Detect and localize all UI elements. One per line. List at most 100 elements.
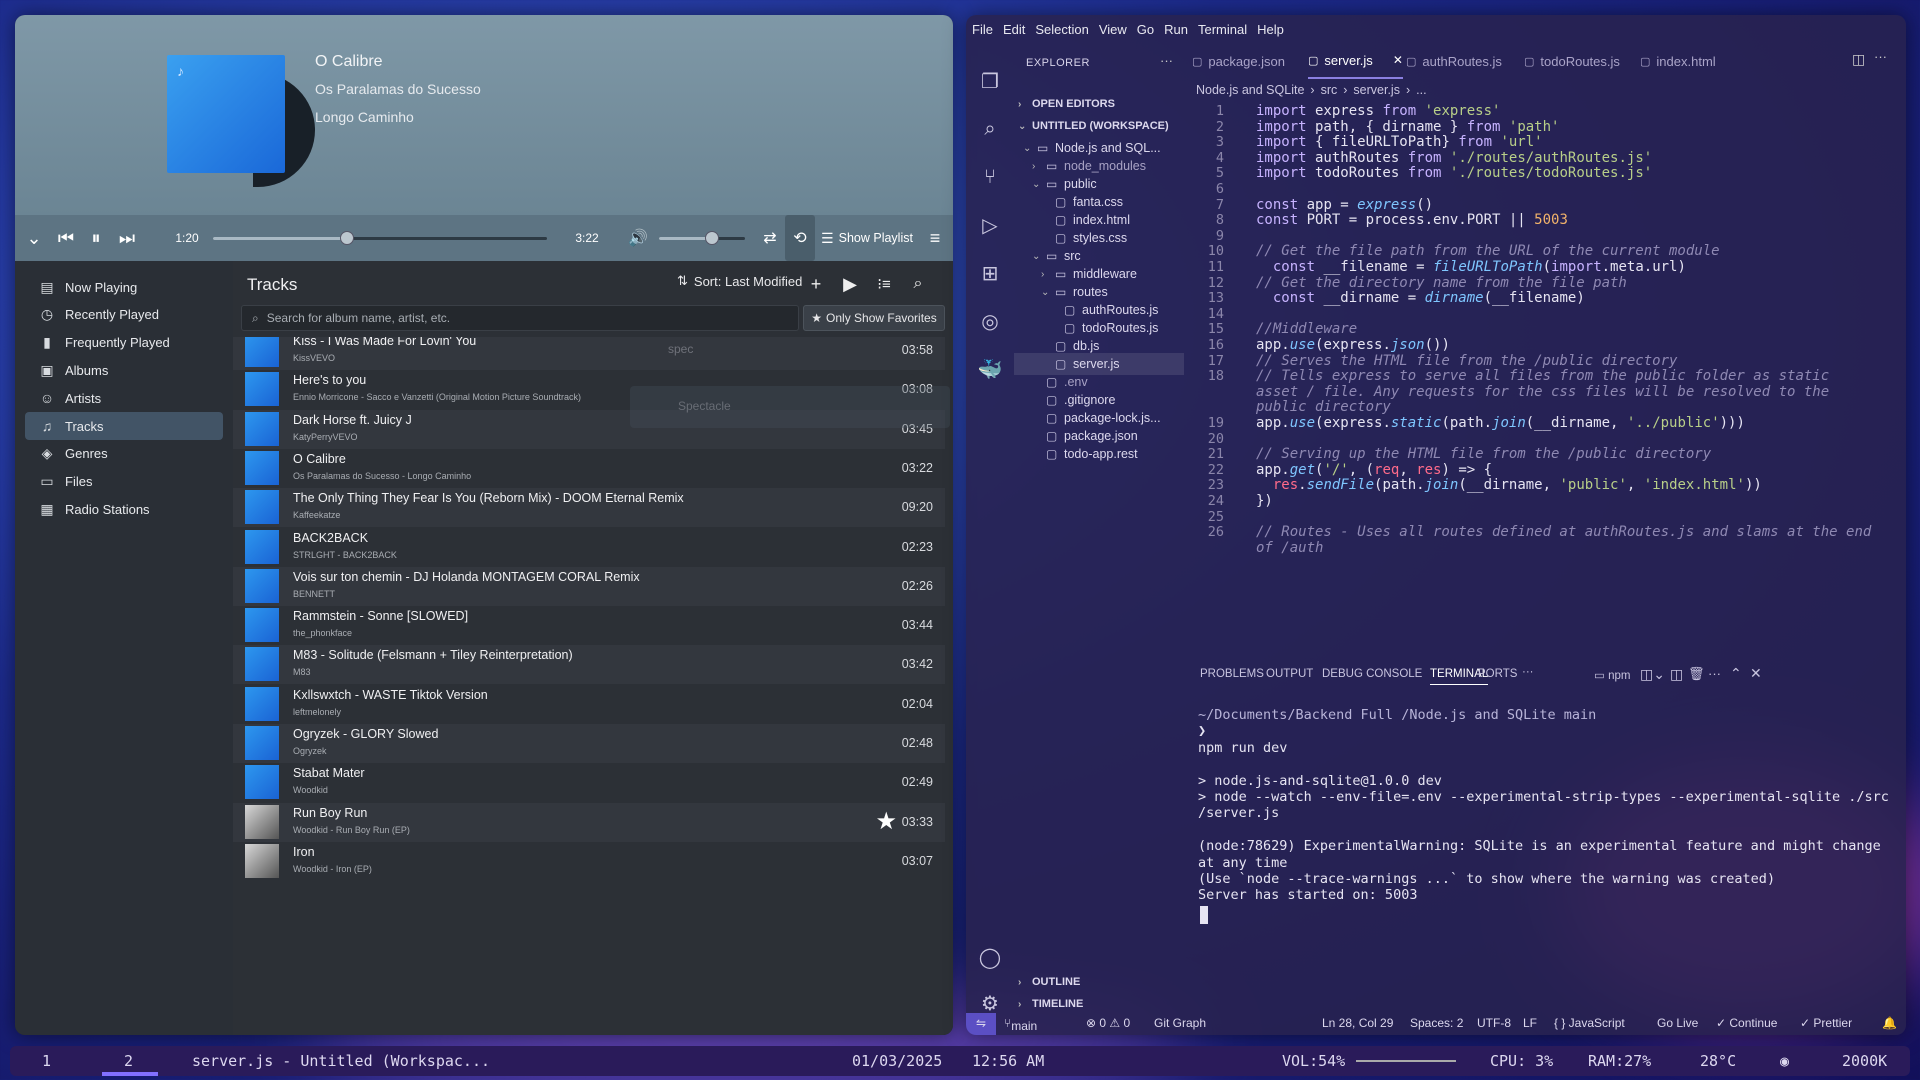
continue-button[interactable]: ✓ Continue: [1716, 1016, 1777, 1030]
menu-icon[interactable]: ≡: [921, 215, 949, 261]
sidebar-item-recently-played[interactable]: ◷ Recently Played: [25, 301, 223, 329]
show-playlist-button[interactable]: ☰ Show Playlist: [821, 215, 913, 261]
track-row[interactable]: O Calibre Os Paralamas do Sucesso - Longo…: [233, 449, 945, 488]
track-row[interactable]: Ogryzek - GLORY Slowed Ogryzek 02:48: [233, 724, 945, 763]
extensions-icon[interactable]: ⊞: [976, 259, 1004, 287]
kill-terminal-icon[interactable]: 🗑: [1688, 666, 1705, 682]
panel-tab-problems[interactable]: PROBLEMS: [1200, 668, 1264, 680]
terminal-output[interactable]: ~/Documents/Backend Full /Node.js and SQ…: [1184, 693, 1906, 999]
menu-run[interactable]: Run: [1164, 22, 1188, 37]
sort-dropdown[interactable]: ⇅ Sort: Last Modified: [677, 273, 802, 289]
open-editors-section[interactable]: › OPEN EDITORS: [1018, 93, 1115, 115]
menu-help[interactable]: Help: [1257, 22, 1284, 37]
track-list-scrollbar[interactable]: [947, 337, 953, 1035]
track-row[interactable]: Kxllswxtch - WASTE Tiktok Version leftmel…: [233, 685, 945, 724]
editor-tab-authroutes-js[interactable]: ▢ authRoutes.js: [1406, 43, 1502, 79]
workspace-section[interactable]: ⌄ UNTITLED (WORKSPACE): [1018, 115, 1169, 137]
explorer-icon[interactable]: ❐: [976, 67, 1004, 95]
add-button[interactable]: +: [801, 269, 831, 299]
source-control-icon[interactable]: ⑂: [976, 163, 1004, 191]
timeline-section[interactable]: › TIMELINE: [1018, 993, 1083, 1015]
breadcrumb-item[interactable]: server.js: [1353, 83, 1400, 97]
seek-handle[interactable]: [339, 231, 354, 245]
track-row[interactable]: M83 - Solitude (Felsmann + Tiley Reinter…: [233, 645, 945, 685]
git-branch[interactable]: ⑂ main: [1004, 1016, 1037, 1033]
remote-indicator-icon[interactable]: ⇋: [966, 1013, 996, 1035]
editor-tab-todoroutes-js[interactable]: ▢ todoRoutes.js: [1524, 43, 1620, 79]
panel-tab-ports[interactable]: PORTS: [1478, 668, 1517, 680]
volume-handle[interactable]: [705, 231, 720, 245]
editor-more-icon[interactable]: ···: [1874, 49, 1887, 64]
editor-tab-index-html[interactable]: ▢ index.html: [1640, 43, 1716, 79]
git-graph-button[interactable]: Git Graph: [1154, 1016, 1206, 1030]
volume-bar[interactable]: [1356, 1060, 1456, 1062]
problems-count[interactable]: ⊗ 0 ⚠ 0: [1086, 1016, 1130, 1030]
sidebar-item-tracks[interactable]: ♫ Tracks: [25, 412, 223, 440]
indentation[interactable]: Spaces: 2: [1410, 1016, 1463, 1030]
prettier-button[interactable]: ✓ Prettier: [1800, 1016, 1852, 1030]
explorer-more-icon[interactable]: ···: [1160, 53, 1173, 68]
menu-edit[interactable]: Edit: [1003, 22, 1025, 37]
repeat-icon[interactable]: ⟲: [785, 215, 815, 261]
editor-tab-package-json[interactable]: ▢ package.json: [1192, 43, 1285, 79]
panel-tabs-more-icon[interactable]: ···: [1522, 666, 1534, 678]
split-editor-icon[interactable]: ◫: [1852, 51, 1865, 68]
docker-icon[interactable]: 🐳: [976, 355, 1004, 383]
notifications-bell-icon[interactable]: 🔔: [1882, 1016, 1897, 1030]
search-icon[interactable]: ⌕: [976, 115, 1004, 143]
outline-section[interactable]: › OUTLINE: [1018, 971, 1080, 993]
sidebar-item-artists[interactable]: ☺ Artists: [25, 384, 223, 412]
close-panel-icon[interactable]: ✕: [1750, 665, 1762, 682]
volume-icon[interactable]: 🔊: [623, 215, 653, 261]
track-row[interactable]: BACK2BACK STRLGHT - BACK2BACK 02:23: [233, 528, 945, 567]
menu-view[interactable]: View: [1099, 22, 1127, 37]
sidebar-item-frequently-played[interactable]: ▮ Frequently Played: [25, 329, 223, 357]
menu-terminal[interactable]: Terminal: [1198, 22, 1247, 37]
end-of-line[interactable]: LF: [1523, 1016, 1537, 1030]
breadcrumb-item[interactable]: ...: [1416, 83, 1426, 97]
track-row[interactable]: Run Boy Run Woodkid - Run Boy Run (EP) 03:…: [233, 802, 945, 842]
shuffle-icon[interactable]: ⇄: [755, 215, 785, 261]
language-mode[interactable]: { } JavaScript: [1554, 1016, 1625, 1030]
menu-selection[interactable]: Selection: [1035, 22, 1088, 37]
track-row[interactable]: Rammstein - Sonne [SLOWED] the_phonkface 0…: [233, 606, 945, 645]
breadcrumb-item[interactable]: Node.js and SQLite: [1196, 83, 1304, 97]
panel-tab-output[interactable]: OUTPUT: [1266, 668, 1313, 680]
maximize-panel-icon[interactable]: ⌃: [1730, 665, 1742, 682]
sidebar-item-radio-stations[interactable]: ▦ Radio Stations: [25, 495, 223, 523]
search-icon[interactable]: ⌕: [903, 269, 933, 299]
favorite-star-icon[interactable]: ★: [875, 807, 897, 836]
workspace-2[interactable]: 2: [124, 1052, 133, 1070]
queue-icon[interactable]: ⁝≡: [869, 269, 899, 299]
previous-track-button[interactable]: ⏮: [51, 215, 81, 261]
next-track-button[interactable]: ⏭: [111, 215, 143, 261]
pause-button[interactable]: ⏸: [81, 215, 111, 261]
sidebar-item-genres[interactable]: ◈ Genres: [25, 440, 223, 468]
play-all-button[interactable]: ▶: [835, 269, 865, 299]
sidebar-item-now-playing[interactable]: ▤ Now Playing: [25, 273, 223, 301]
menu-go[interactable]: Go: [1137, 22, 1154, 37]
account-icon[interactable]: ◯: [976, 943, 1004, 971]
workspace-1[interactable]: 1: [42, 1052, 51, 1070]
sidebar-item-files[interactable]: ▭ Files: [25, 468, 223, 496]
network-icon[interactable]: ◉: [1780, 1052, 1789, 1070]
track-row[interactable]: The Only Thing They Fear Is You (Reborn …: [233, 488, 945, 528]
panel-layout-icon[interactable]: ◫: [1670, 666, 1683, 683]
go-live-button[interactable]: Go Live: [1657, 1016, 1698, 1030]
close-icon[interactable]: ✕: [1393, 53, 1403, 67]
cursor-position[interactable]: Ln 28, Col 29: [1322, 1016, 1393, 1030]
track-row[interactable]: Iron Woodkid - Iron (EP) 03:07: [233, 842, 945, 881]
panel-tab-debug-console[interactable]: DEBUG CONSOLE: [1322, 668, 1422, 680]
volume-status[interactable]: VOL:54%: [1282, 1052, 1345, 1070]
track-row[interactable]: Stabat Mater Woodkid 02:49: [233, 763, 945, 802]
breadcrumb-item[interactable]: src: [1321, 83, 1338, 97]
panel-more-icon[interactable]: ···: [1708, 666, 1721, 681]
editor-tab-server-js[interactable]: ▢ server.js ✕: [1308, 43, 1403, 79]
collapse-chevron-icon[interactable]: ⌄: [21, 215, 47, 261]
only-show-favorites-toggle[interactable]: ★ Only Show Favorites: [803, 305, 945, 331]
code-editor[interactable]: 1 import express from 'express' 2 import pa…: [1184, 101, 1906, 661]
track-row[interactable]: Kiss - I Was Made For Lovin' You KissVEVO…: [233, 337, 945, 370]
search-input[interactable]: ⌕ Search for album name, artist, etc.: [241, 305, 799, 331]
sidebar-item-albums[interactable]: ▣ Albums: [25, 356, 223, 384]
menu-file[interactable]: File: [972, 22, 993, 37]
